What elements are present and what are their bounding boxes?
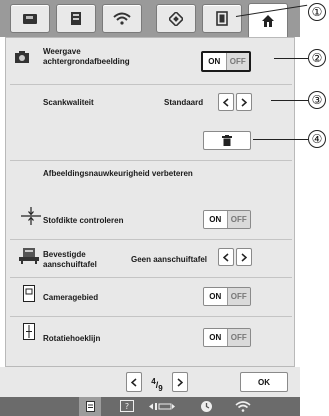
tab-wireless[interactable] [102, 4, 142, 33]
chevron-right-icon [241, 97, 247, 107]
fabric-thickness-label: Stofdikte controleren [43, 216, 124, 225]
scan-quality-prev-button[interactable] [218, 93, 234, 111]
trash-icon [222, 135, 232, 146]
scan-quality-label: Scankwaliteit [43, 98, 94, 107]
on-option[interactable]: ON [204, 329, 228, 346]
total-pages: 9 [158, 383, 163, 393]
settings-panel: Weergave achtergrondafbeelding ON OFF Sc… [5, 37, 295, 367]
tab-frame[interactable] [156, 4, 196, 33]
divider [10, 160, 292, 161]
off-option[interactable]: OFF [227, 329, 250, 346]
improve-accuracy-heading: Afbeeldingsnauwkeurigheid verbeteren [43, 169, 193, 178]
chevron-left-icon [223, 97, 229, 107]
page-next-button[interactable] [172, 372, 188, 392]
scan-quality-next-button[interactable] [236, 93, 252, 111]
callout-leader [253, 139, 308, 140]
callout-2: ② [308, 49, 326, 67]
ok-button[interactable]: OK [240, 372, 288, 392]
off-option[interactable]: OFF [227, 288, 250, 305]
tab-embroidery[interactable] [56, 4, 96, 33]
chevron-left-icon [223, 252, 229, 262]
background-image-label: Weergave achtergrondafbeelding [43, 47, 130, 66]
chevron-right-icon [177, 377, 183, 387]
scan-quality-value: Standaard [164, 98, 204, 107]
camera-area-icon [23, 285, 35, 302]
callout-leader [271, 100, 308, 101]
camera-area-label: Cameragebied [43, 293, 99, 302]
extension-table-prev-button[interactable] [218, 248, 234, 266]
embroidery-frame-icon [169, 11, 183, 26]
divider [10, 239, 292, 240]
divider [10, 316, 292, 317]
extension-table-icon [19, 248, 39, 264]
extension-table-value: Geen aanschuiftafel [131, 255, 208, 264]
rotation-line-icon [23, 323, 35, 340]
wireless-icon [113, 12, 131, 25]
rotation-line-toggle[interactable]: ON OFF [203, 328, 251, 347]
settings-screen: Weergave achtergrondafbeelding ON OFF Sc… [0, 0, 300, 416]
embroidery-machine-icon [71, 12, 81, 25]
page-prev-button[interactable] [126, 372, 142, 392]
clock-icon[interactable] [200, 400, 213, 413]
delete-background-button[interactable] [203, 131, 251, 150]
rotation-line-label: Rotatiehoeklijn [43, 334, 101, 343]
camera-area-toggle[interactable]: ON OFF [203, 287, 251, 306]
sewing-machine-icon [23, 13, 37, 24]
off-option[interactable]: OFF [226, 53, 249, 70]
bobbin-winder-icon[interactable] [148, 402, 176, 411]
callout-3: ③ [308, 91, 326, 109]
help-icon[interactable]: ? [120, 400, 134, 412]
callout-leader [274, 58, 308, 59]
tab-sewing[interactable] [10, 4, 50, 33]
tab-bar [0, 0, 300, 37]
callout-4: ④ [308, 130, 326, 148]
background-image-toggle[interactable]: ON OFF [201, 51, 251, 72]
fabric-thickness-toggle[interactable]: ON OFF [203, 210, 251, 229]
hoop-icon [216, 11, 228, 26]
on-option[interactable]: ON [204, 211, 228, 228]
on-option[interactable]: ON [203, 53, 227, 70]
home-icon [262, 14, 274, 27]
callout-1: ① [308, 3, 326, 21]
chevron-right-icon [241, 252, 247, 262]
extension-table-label: Bevestigde aanschuiftafel [43, 250, 97, 269]
extension-table-next-button[interactable] [236, 248, 252, 266]
fabric-thickness-icon [21, 207, 41, 225]
camera-icon [15, 51, 29, 63]
wireless-status-icon[interactable] [235, 401, 251, 412]
chevron-left-icon [131, 377, 137, 387]
page-indicator: 4/9 [144, 372, 170, 393]
divider [10, 277, 292, 278]
tab-hoop[interactable] [202, 4, 242, 33]
document-icon[interactable] [86, 401, 95, 412]
svg-text:?: ? [125, 402, 129, 411]
on-option[interactable]: ON [204, 288, 228, 305]
off-option[interactable]: OFF [227, 211, 250, 228]
divider [10, 84, 292, 85]
